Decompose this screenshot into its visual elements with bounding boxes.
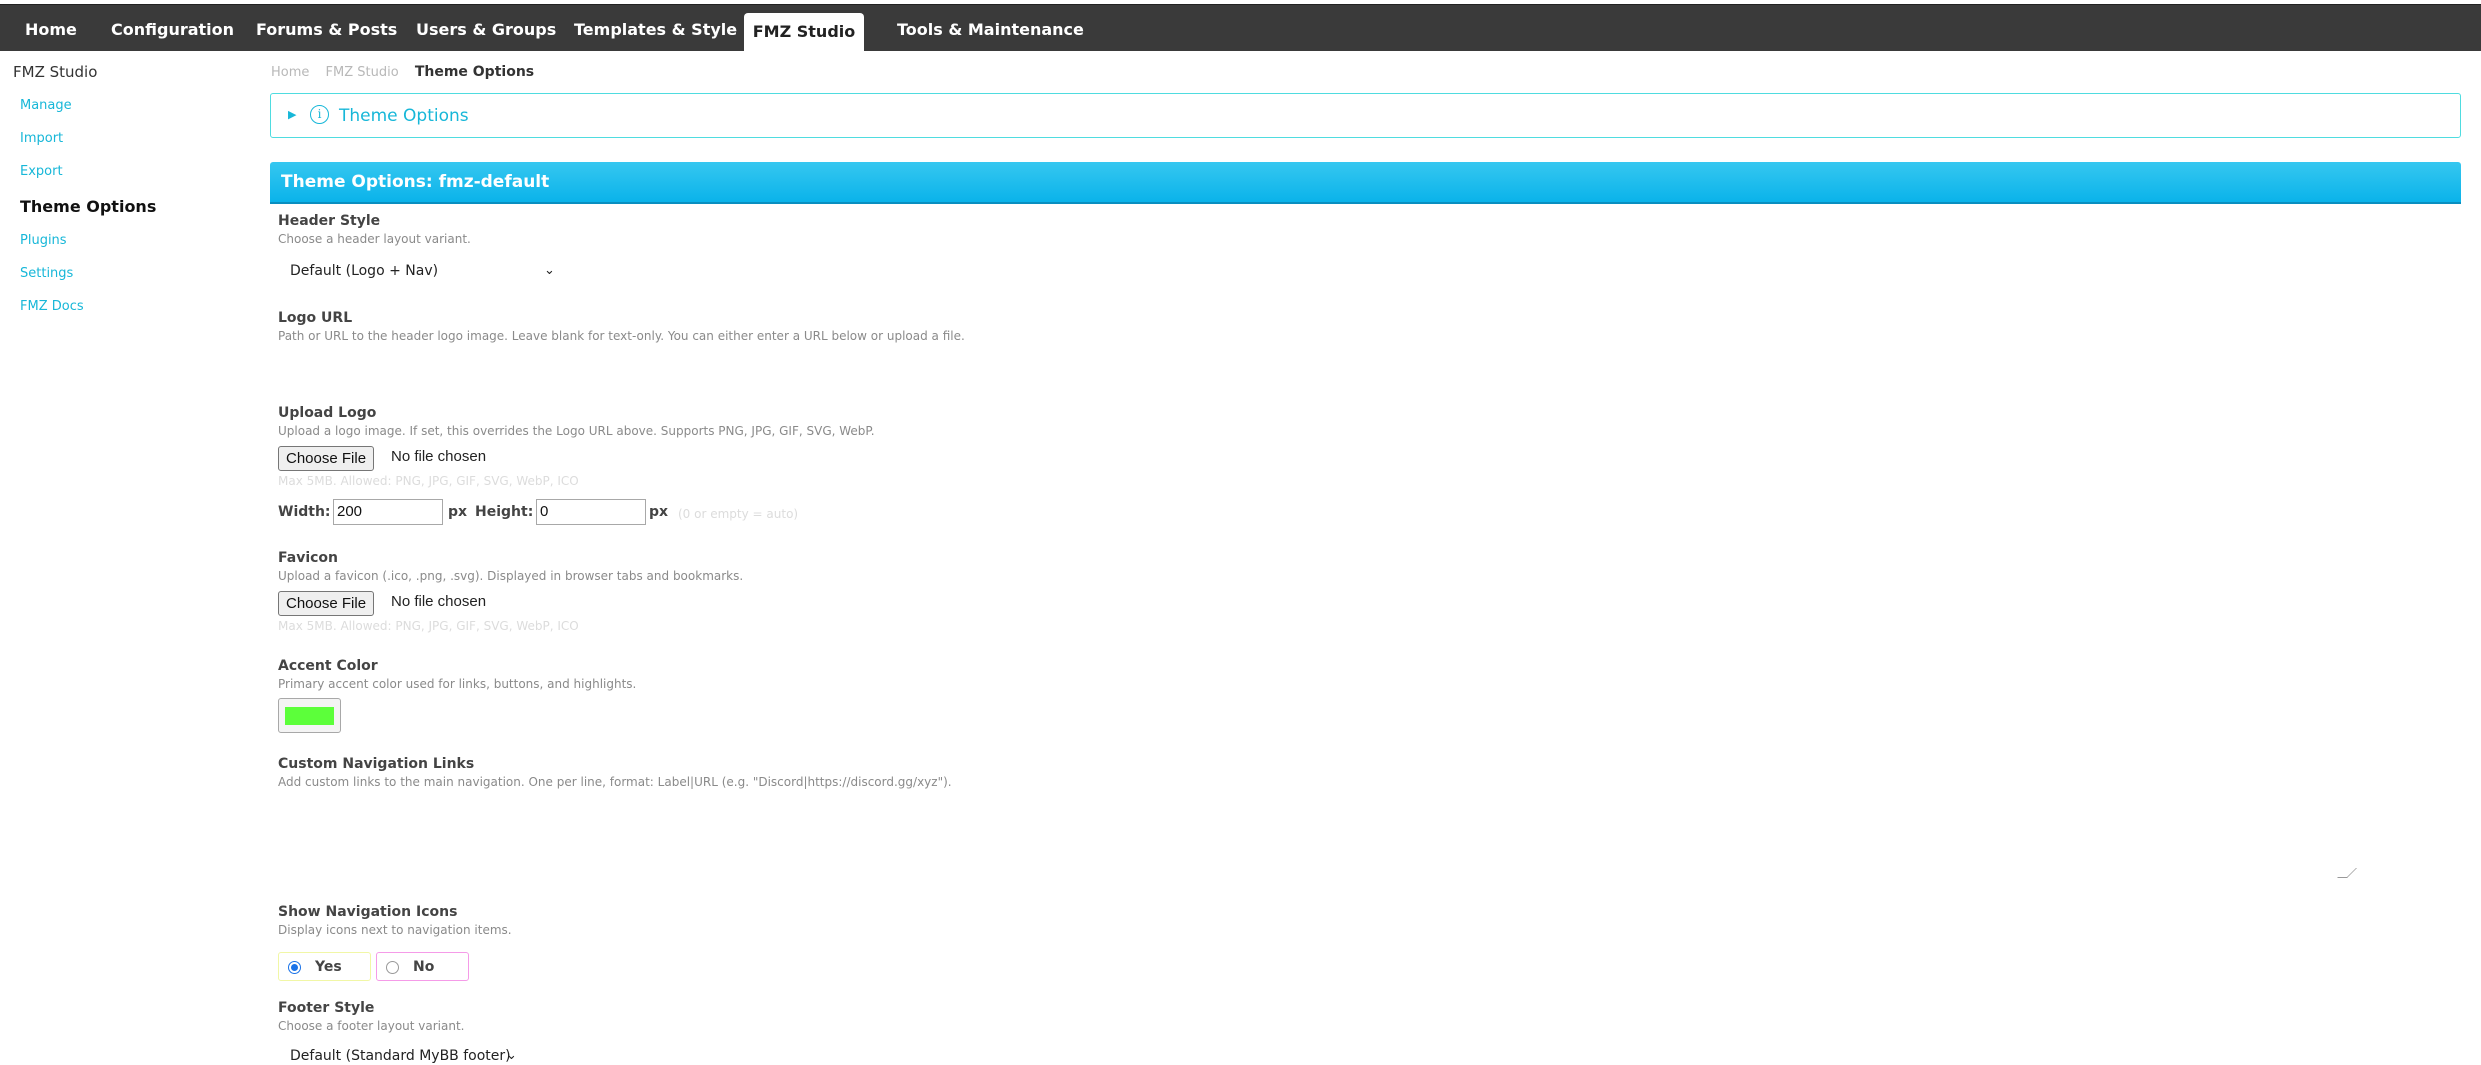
sidebar-item-fmz-docs[interactable]: FMZ Docs (20, 299, 84, 314)
sidebar-item-plugins[interactable]: Plugins (20, 233, 67, 248)
tab-templates-style[interactable]: Templates & Style (574, 5, 737, 52)
theme-options-info-toggle[interactable]: ▶ i Theme Options (270, 93, 2461, 138)
chevron-down-icon: ⌄ (506, 1048, 517, 1063)
breadcrumb-home[interactable]: Home (271, 65, 309, 80)
sidebar-item-settings[interactable]: Settings (20, 266, 73, 281)
sidebar-item-theme-options[interactable]: Theme Options (20, 197, 156, 216)
chevron-down-icon: ⌄ (544, 263, 555, 278)
resize-grip-icon[interactable] (2337, 868, 2357, 878)
upload-logo-desc: Upload a logo image. If set, this overri… (278, 424, 875, 438)
logo-width-label: Width: (278, 504, 331, 520)
upload-logo-hint: Max 5MB. Allowed: PNG, JPG, GIF, SVG, We… (278, 474, 579, 488)
custom-nav-label: Custom Navigation Links (278, 756, 475, 772)
header-style-select[interactable]: Default (Logo + Nav) ⌄ (278, 259, 563, 283)
radio-unselected-icon (386, 961, 399, 974)
sidebar-item-export[interactable]: Export (20, 164, 63, 179)
accent-color-swatch (285, 707, 334, 725)
favicon-label: Favicon (278, 550, 338, 566)
radio-selected-icon (288, 961, 301, 974)
footer-style-label: Footer Style (278, 1000, 375, 1016)
accent-color-picker[interactable] (278, 698, 341, 733)
top-nav: Home Configuration Forums & Posts Users … (0, 4, 2481, 52)
logo-height-label: Height: (475, 504, 534, 520)
logo-width-unit: px (448, 504, 468, 520)
nav-icons-desc: Display icons next to navigation items. (278, 923, 512, 937)
header-style-value: Default (Logo + Nav) (290, 263, 439, 279)
custom-nav-desc: Add custom links to the main navigation.… (278, 775, 952, 789)
breadcrumb: Home FMZ Studio Theme Options (271, 64, 546, 80)
nav-icons-label: Show Navigation Icons (278, 904, 458, 920)
tab-tools-maintenance[interactable]: Tools & Maintenance (897, 5, 1084, 52)
section-header: Theme Options: fmz-default (270, 162, 2461, 204)
expand-arrow-icon: ▶ (288, 108, 297, 121)
header-style-label: Header Style (278, 213, 381, 229)
logo-height-input[interactable]: 0 (536, 499, 646, 525)
logo-size-hint: (0 or empty = auto) (678, 507, 799, 521)
sidebar-title: FMZ Studio (13, 63, 98, 81)
sidebar-item-import[interactable]: Import (20, 131, 63, 146)
tab-home[interactable]: Home (25, 5, 77, 52)
tab-users-groups[interactable]: Users & Groups (416, 5, 556, 52)
nav-icons-no-label: No (413, 959, 435, 975)
upload-logo-choose-file-button[interactable]: Choose File (278, 446, 375, 471)
favicon-choose-file-button[interactable]: Choose File (278, 591, 375, 616)
footer-style-value: Default (Standard MyBB footer) (290, 1048, 511, 1064)
logo-width-input[interactable]: 200 (333, 499, 443, 525)
logo-height-unit: px (649, 504, 669, 520)
breadcrumb-current: Theme Options (414, 64, 535, 80)
upload-logo-file-status: No file chosen (391, 448, 487, 465)
upload-logo-label: Upload Logo (278, 405, 377, 421)
tab-forums-posts[interactable]: Forums & Posts (256, 5, 397, 52)
logo-url-desc: Path or URL to the header logo image. Le… (278, 329, 965, 343)
info-box-label: Theme Options (339, 106, 469, 126)
accent-color-label: Accent Color (278, 658, 378, 674)
footer-style-desc: Choose a footer layout variant. (278, 1019, 465, 1033)
footer-style-select[interactable]: Default (Standard MyBB footer) ⌄ (278, 1044, 528, 1065)
favicon-desc: Upload a favicon (.ico, .png, .svg). Dis… (278, 569, 744, 583)
nav-icons-yes-label: Yes (315, 959, 342, 975)
accent-color-desc: Primary accent color used for links, but… (278, 677, 637, 691)
favicon-file-status: No file chosen (391, 593, 487, 610)
logo-url-label: Logo URL (278, 310, 353, 326)
nav-icons-no-radio[interactable]: No (376, 952, 469, 981)
section-title: Theme Options: fmz-default (281, 172, 550, 192)
favicon-hint: Max 5MB. Allowed: PNG, JPG, GIF, SVG, We… (278, 619, 579, 633)
breadcrumb-fmz-studio[interactable]: FMZ Studio (326, 65, 399, 80)
custom-nav-textarea[interactable] (278, 796, 2357, 880)
logo-url-input[interactable] (278, 349, 878, 379)
tab-fmz-studio[interactable]: FMZ Studio (744, 13, 864, 52)
header-style-desc: Choose a header layout variant. (278, 232, 471, 246)
sidebar-item-manage[interactable]: Manage (20, 98, 72, 113)
info-icon: i (310, 105, 329, 124)
nav-icons-yes-radio[interactable]: Yes (278, 952, 371, 981)
tab-configuration[interactable]: Configuration (111, 5, 234, 52)
